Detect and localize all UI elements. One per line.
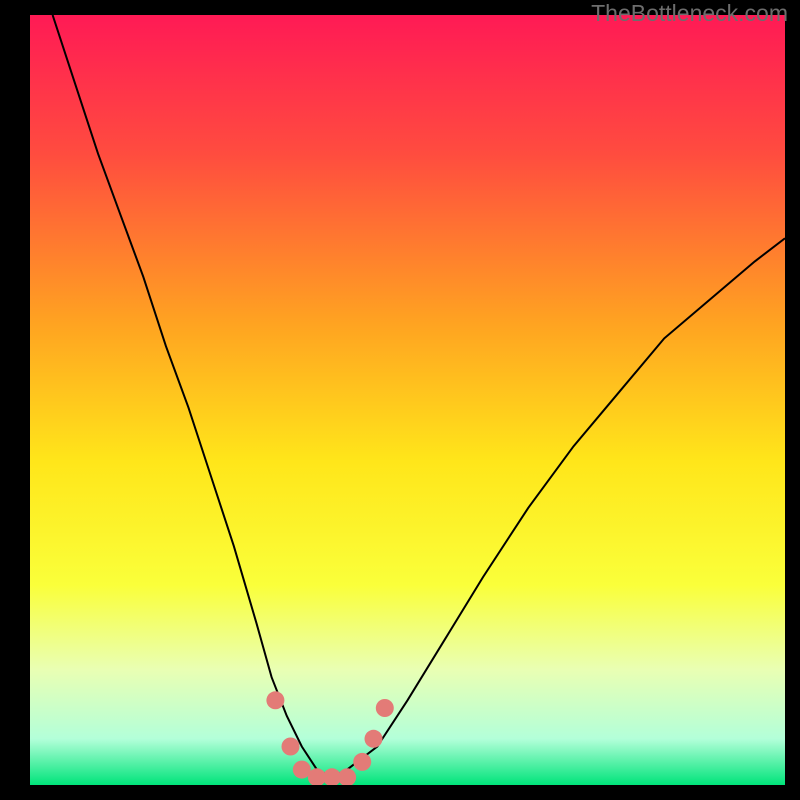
watermark-text: TheBottleneck.com [591,0,788,27]
marker-dot [365,730,383,748]
marker-dot [266,691,284,709]
marker-dot [376,699,394,717]
marker-dot [353,753,371,771]
marker-dot [282,738,300,756]
chart-frame [30,15,785,785]
gradient-background [30,15,785,785]
bottleneck-chart [30,15,785,785]
